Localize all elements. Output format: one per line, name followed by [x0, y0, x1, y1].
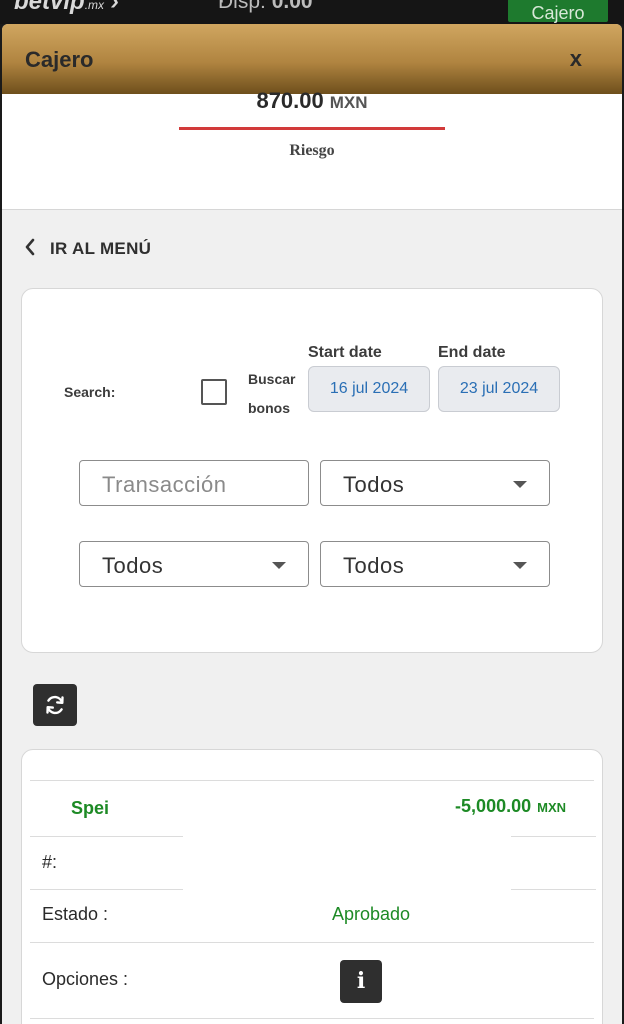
back-to-menu-label: IR AL MENÚ	[50, 239, 152, 258]
transaction-card: Spei -5,000.00 MXN #: Estado : Aprobado O…	[21, 749, 603, 1024]
transaction-placeholder: Transacción	[102, 472, 227, 497]
search-label: Search:	[64, 384, 116, 400]
transaction-currency: MXN	[537, 800, 566, 815]
filter-panel: Search: Buscar bonos Start date 16 jul 20…	[21, 288, 603, 653]
modal-header: Cajero x	[2, 24, 622, 94]
end-date-label: End date	[438, 344, 506, 361]
divider	[30, 836, 183, 837]
divider	[30, 780, 594, 781]
divider	[511, 889, 596, 890]
info-icon: i	[356, 968, 366, 994]
cashier-modal: Cajero x 870.00 MXN Riesgo IR AL MENÚ Sea…	[2, 24, 622, 1024]
balance-panel: 870.00 MXN Riesgo	[2, 88, 622, 210]
balance-amount: 870.00 MXN	[256, 88, 368, 113]
end-date-input[interactable]: 23 jul 2024	[438, 366, 560, 412]
status-value: Aprobado	[332, 904, 411, 924]
transaction-input[interactable]: Transacción	[79, 460, 309, 506]
status-label: Estado :	[42, 904, 109, 924]
dropdown-arrow-icon	[513, 562, 527, 569]
options-label: Opciones :	[42, 969, 129, 989]
type-select-value: Todos	[343, 472, 405, 497]
risk-label: Riesgo	[289, 142, 335, 159]
buscar-bonos-checkbox[interactable]	[201, 379, 227, 405]
divider	[511, 836, 596, 837]
start-date-label: Start date	[308, 344, 382, 361]
method-select-value: Todos	[102, 553, 164, 578]
status-select[interactable]: Todos	[320, 541, 550, 587]
brand-logo: betvip.mx ›	[14, 0, 119, 15]
type-select[interactable]: Todos	[320, 460, 550, 506]
transaction-number-label: #:	[42, 852, 58, 872]
modal-title: Cajero	[25, 47, 94, 72]
close-button[interactable]: x	[570, 46, 582, 72]
chevron-left-icon	[24, 236, 36, 262]
status-select-value: Todos	[343, 553, 405, 578]
transaction-type: Spei	[71, 798, 110, 818]
refresh-icon	[46, 695, 64, 715]
transaction-amount: -5,000.00 MXN	[455, 796, 566, 816]
buscar-bonos-label: Buscar bonos	[248, 371, 296, 416]
divider	[30, 1018, 594, 1019]
available-balance: Disp: 0.00	[218, 0, 313, 13]
back-to-menu-link[interactable]: IR AL MENÚ	[24, 236, 151, 262]
cajero-header-button[interactable]: Cajero	[508, 0, 608, 23]
info-button[interactable]: i	[340, 960, 382, 1003]
divider	[30, 942, 594, 943]
dropdown-arrow-icon	[272, 562, 286, 569]
background-header: betvip.mx › | | Disp: 0.00 Cajero	[0, 0, 624, 24]
balance-currency: MXN	[329, 93, 368, 112]
dropdown-arrow-icon	[513, 481, 527, 488]
start-date-input[interactable]: 16 jul 2024	[308, 366, 430, 412]
refresh-button[interactable]	[33, 684, 77, 726]
method-select[interactable]: Todos	[79, 541, 309, 587]
risk-bar	[179, 127, 445, 130]
divider	[30, 889, 183, 890]
